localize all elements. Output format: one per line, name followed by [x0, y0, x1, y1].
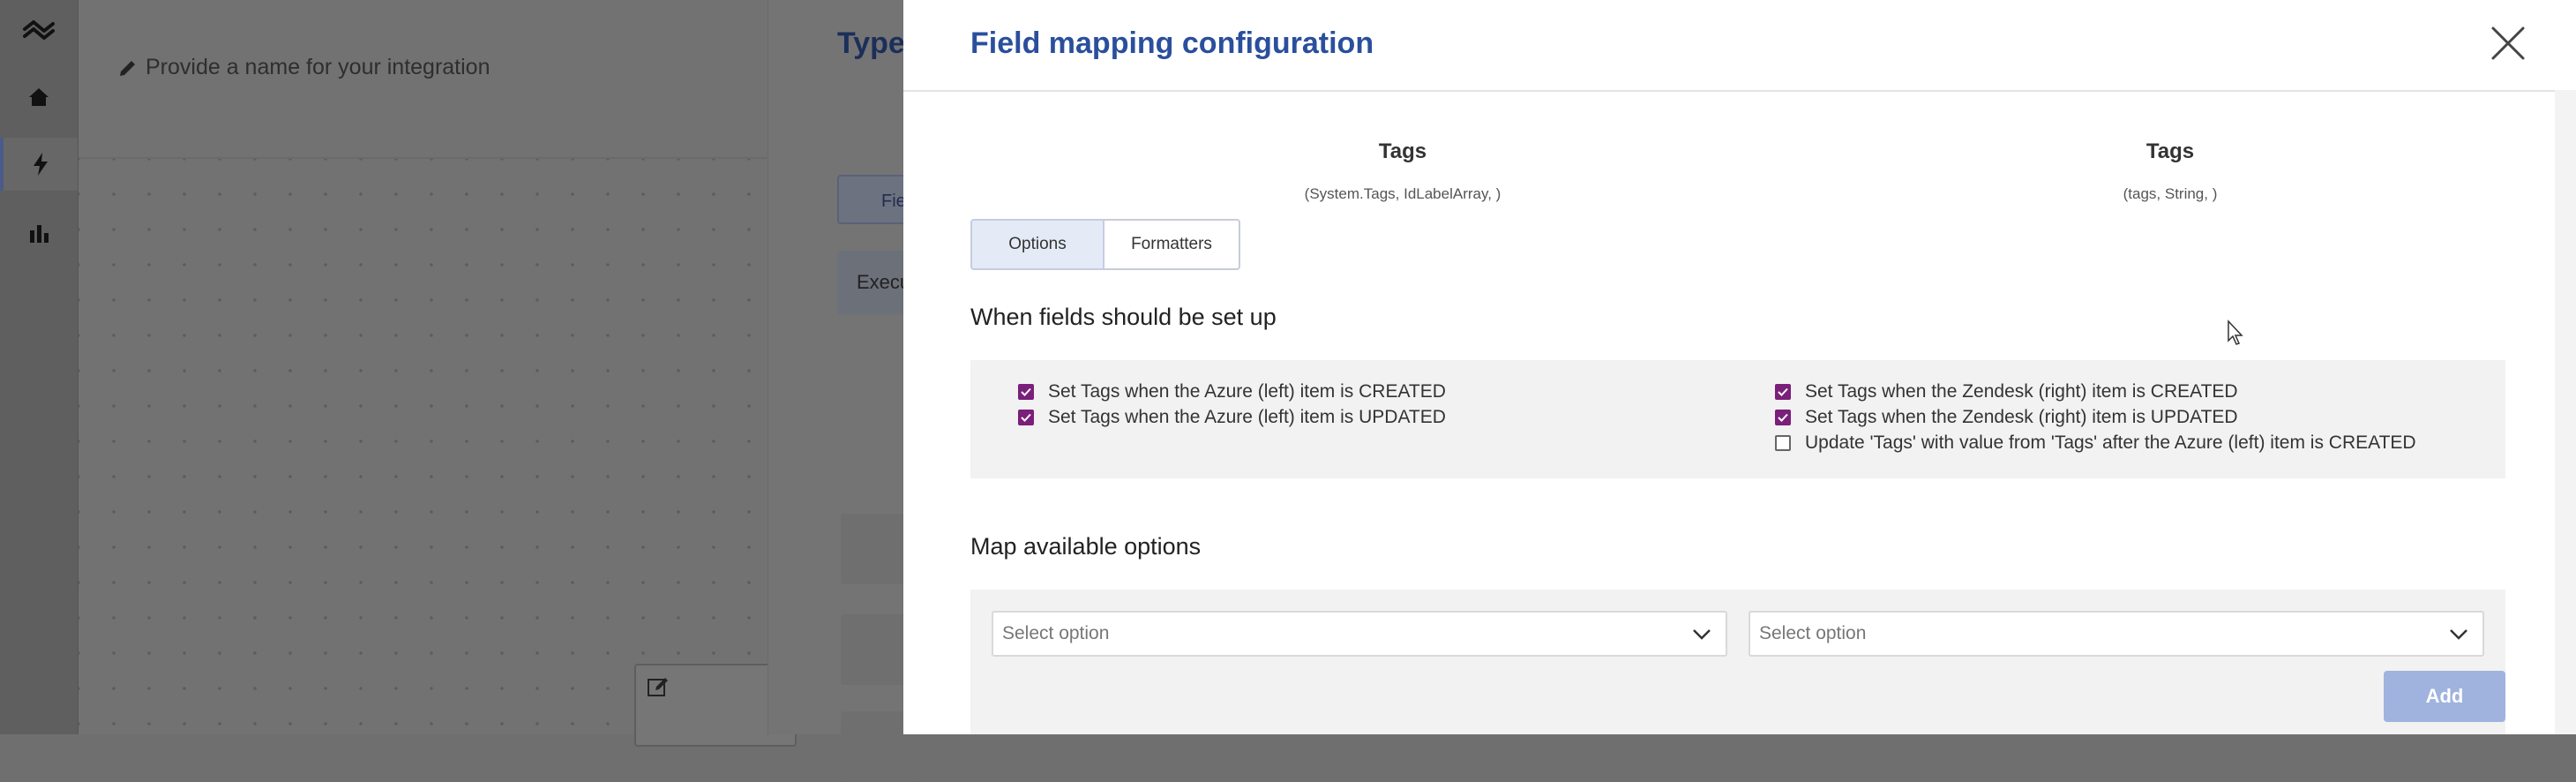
- select-placeholder: Select option: [1759, 623, 1867, 643]
- tab-formatters[interactable]: Formatters: [1105, 219, 1240, 270]
- setup-options-box: Set Tags when the Azure (left) item is C…: [970, 360, 2505, 478]
- left-field-header: Tags (System.Tags, IdLabelArray, ): [1262, 139, 1544, 203]
- checkbox-checked-icon[interactable]: [1018, 410, 1034, 425]
- setup-heading: When fields should be set up: [970, 304, 1277, 330]
- left-option-select[interactable]: Select option: [992, 611, 1727, 657]
- nav-rail: [0, 0, 79, 734]
- lightning-icon: [34, 153, 48, 176]
- check-label: Update 'Tags' with value from 'Tags' aft…: [1805, 432, 2416, 453]
- right-field-type: (tags, String, ): [2123, 185, 2218, 202]
- modal-header: Field mapping configuration: [903, 0, 2576, 92]
- select-placeholder: Select option: [1002, 623, 1110, 643]
- check-azure-updated[interactable]: Set Tags when the Azure (left) item is U…: [1018, 407, 1446, 428]
- edit-icon: [648, 678, 668, 696]
- modal-scrollbar[interactable]: [2555, 90, 2576, 734]
- modal-title: Field mapping configuration: [970, 26, 1374, 60]
- pencil-icon: [120, 60, 135, 76]
- nav-integrations[interactable]: [0, 138, 78, 191]
- integration-name-field[interactable]: Provide a name for your integration: [117, 55, 490, 80]
- check-label: Set Tags when the Zendesk (right) item i…: [1805, 381, 2238, 402]
- check-zendesk-updated[interactable]: Set Tags when the Zendesk (right) item i…: [1775, 407, 2238, 428]
- nav-reports[interactable]: [0, 207, 78, 259]
- field-mapping-modal: Field mapping configuration Tags (System…: [903, 0, 2576, 734]
- tab-options[interactable]: Options: [970, 219, 1105, 270]
- checkbox-unchecked-icon[interactable]: [1775, 435, 1791, 451]
- check-zendesk-created[interactable]: Set Tags when the Zendesk (right) item i…: [1775, 381, 2238, 402]
- nav-home[interactable]: [0, 71, 78, 124]
- panel-title: Type: [837, 26, 905, 60]
- logo-icon: [23, 20, 55, 40]
- left-field-name: Tags: [1378, 139, 1427, 163]
- add-button[interactable]: Add: [2384, 671, 2505, 722]
- nav-logo[interactable]: [0, 5, 78, 58]
- home-icon: [29, 88, 49, 106]
- checkbox-checked-icon[interactable]: [1775, 384, 1791, 400]
- right-field-name: Tags: [2145, 139, 2195, 163]
- check-azure-created[interactable]: Set Tags when the Azure (left) item is C…: [1018, 381, 1446, 402]
- integration-name-placeholder: Provide a name for your integration: [146, 55, 490, 79]
- chevron-down-icon: [2450, 629, 2467, 640]
- close-icon[interactable]: [2488, 23, 2528, 64]
- right-field-header: Tags (tags, String, ): [2029, 139, 2311, 203]
- right-option-select[interactable]: Select option: [1749, 611, 2484, 657]
- left-field-type: (System.Tags, IdLabelArray, ): [1304, 185, 1501, 202]
- mapping-tabs: Options Formatters: [970, 219, 1240, 270]
- mouse-cursor-icon: [2228, 320, 2243, 345]
- integration-type-panel: Type Fie Execu: [768, 0, 920, 782]
- check-label: Set Tags when the Azure (left) item is C…: [1048, 381, 1446, 402]
- chevron-down-icon: [1693, 629, 1711, 640]
- check-label: Set Tags when the Azure (left) item is U…: [1048, 407, 1446, 427]
- integration-header: Provide a name for your integration: [79, 0, 767, 159]
- check-label: Set Tags when the Zendesk (right) item i…: [1805, 407, 2238, 427]
- checkbox-checked-icon[interactable]: [1018, 384, 1034, 400]
- check-update-after-azure-created[interactable]: Update 'Tags' with value from 'Tags' aft…: [1775, 432, 2416, 454]
- map-options-box: Select option Select option Add: [970, 590, 2505, 734]
- checkbox-checked-icon[interactable]: [1775, 410, 1791, 425]
- map-options-heading: Map available options: [970, 533, 1202, 560]
- flow-canvas[interactable]: [79, 159, 767, 734]
- bar-chart-icon: [30, 225, 49, 243]
